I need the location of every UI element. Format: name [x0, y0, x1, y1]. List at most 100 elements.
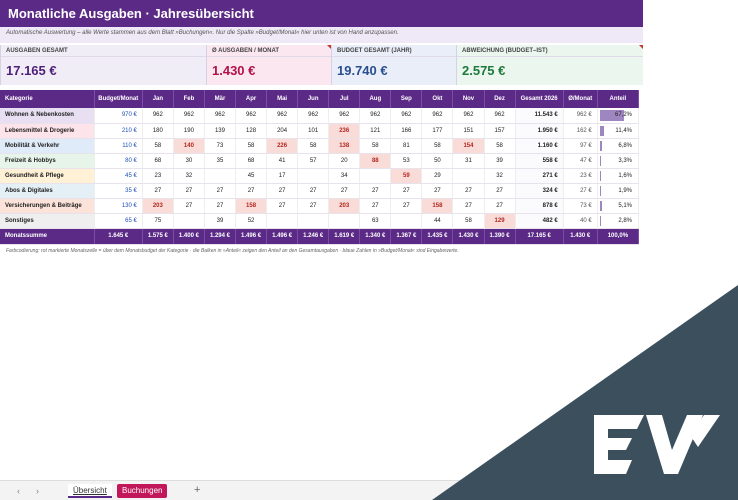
month-cell[interactable]: 20 — [328, 153, 361, 169]
month-cell[interactable]: 27 — [204, 183, 237, 199]
column-header[interactable]: Mai — [266, 90, 299, 108]
month-cell[interactable]: 962 — [359, 108, 392, 124]
share-cell[interactable]: 67,2% — [597, 108, 640, 124]
month-cell[interactable]: 203 — [142, 198, 174, 214]
month-cell[interactable]: 27 — [297, 198, 330, 214]
column-header[interactable]: Kategorie — [0, 90, 95, 108]
month-cell[interactable]: 39 — [484, 153, 516, 169]
month-cell[interactable] — [328, 213, 361, 229]
month-cell[interactable]: 27 — [452, 198, 485, 214]
month-cell[interactable]: 27 — [484, 183, 516, 199]
category-cell[interactable]: Lebensmittel & Drogerie — [0, 123, 95, 139]
month-cell[interactable]: 139 — [204, 123, 237, 139]
sum-cell[interactable]: 1.496 € — [266, 228, 299, 245]
month-cell[interactable]: 57 — [297, 153, 330, 169]
sum-cell[interactable]: 1.400 € — [173, 228, 205, 245]
sum-cell[interactable]: Monatssumme — [0, 228, 95, 245]
month-cell[interactable]: 34 — [328, 168, 361, 184]
month-cell[interactable]: 962 — [297, 108, 330, 124]
month-cell[interactable]: 58 — [297, 138, 330, 154]
month-cell[interactable]: 27 — [359, 183, 392, 199]
month-cell[interactable] — [297, 213, 330, 229]
column-header[interactable]: Ø/Monat — [563, 90, 598, 108]
month-cell[interactable]: 27 — [484, 198, 516, 214]
column-header[interactable]: Jul — [328, 90, 361, 108]
month-cell[interactable]: 962 — [328, 108, 361, 124]
month-cell[interactable]: 32 — [484, 168, 516, 184]
month-cell[interactable]: 158 — [235, 198, 268, 214]
avg-cell[interactable]: 40 € — [563, 213, 598, 229]
sum-cell[interactable]: 1.645 € — [94, 228, 143, 245]
month-cell[interactable]: 73 — [204, 138, 237, 154]
sum-cell[interactable]: 1.246 € — [297, 228, 330, 245]
sum-cell[interactable]: 1.367 € — [390, 228, 423, 245]
column-header[interactable]: Apr — [235, 90, 268, 108]
column-header[interactable]: Okt — [421, 90, 454, 108]
column-header[interactable]: Aug — [359, 90, 392, 108]
column-header[interactable]: Budget/Monat — [94, 90, 143, 108]
month-cell[interactable]: 166 — [390, 123, 423, 139]
category-cell[interactable]: Versicherungen & Beiträge — [0, 198, 95, 214]
month-cell[interactable]: 226 — [266, 138, 299, 154]
month-cell[interactable]: 962 — [390, 108, 423, 124]
month-cell[interactable]: 177 — [421, 123, 454, 139]
sum-cell[interactable]: 17.165 € — [515, 228, 564, 245]
month-cell[interactable]: 58 — [359, 138, 392, 154]
month-cell[interactable]: 68 — [142, 153, 174, 169]
kpi-avg-per-month[interactable]: Ø AUSGABEN / MONAT 1.430 € — [206, 45, 331, 85]
total-cell[interactable]: 878 € — [515, 198, 564, 214]
budget-cell[interactable]: 45 € — [94, 168, 143, 184]
month-cell[interactable]: 59 — [390, 168, 423, 184]
month-cell[interactable]: 140 — [173, 138, 205, 154]
share-cell[interactable]: 5,1% — [597, 198, 640, 214]
month-cell[interactable]: 158 — [421, 198, 454, 214]
category-cell[interactable]: Freizeit & Hobbys — [0, 153, 95, 169]
month-cell[interactable]: 81 — [390, 138, 423, 154]
month-cell[interactable]: 45 — [235, 168, 268, 184]
total-cell[interactable]: 11.543 € — [515, 108, 564, 124]
month-cell[interactable]: 129 — [484, 213, 516, 229]
month-cell[interactable] — [390, 213, 423, 229]
category-cell[interactable]: Sonstiges — [0, 213, 95, 229]
month-cell[interactable]: 190 — [173, 123, 205, 139]
total-cell[interactable]: 482 € — [515, 213, 564, 229]
avg-cell[interactable]: 97 € — [563, 138, 598, 154]
month-cell[interactable]: 128 — [235, 123, 268, 139]
budget-cell[interactable]: 970 € — [94, 108, 143, 124]
avg-cell[interactable]: 27 € — [563, 183, 598, 199]
month-cell[interactable]: 121 — [359, 123, 392, 139]
category-cell[interactable]: Abos & Digitales — [0, 183, 95, 199]
sum-cell[interactable]: 1.390 € — [484, 228, 516, 245]
month-cell[interactable]: 27 — [235, 183, 268, 199]
month-cell[interactable]: 154 — [452, 138, 485, 154]
prev-sheet-icon[interactable]: ‹ — [17, 486, 20, 496]
month-cell[interactable]: 41 — [266, 153, 299, 169]
month-cell[interactable]: 75 — [142, 213, 174, 229]
month-cell[interactable] — [173, 213, 205, 229]
total-cell[interactable]: 558 € — [515, 153, 564, 169]
month-cell[interactable]: 138 — [328, 138, 361, 154]
month-cell[interactable]: 27 — [390, 198, 423, 214]
column-header[interactable]: Feb — [173, 90, 205, 108]
avg-cell[interactable]: 23 € — [563, 168, 598, 184]
month-cell[interactable] — [297, 168, 330, 184]
month-cell[interactable]: 204 — [266, 123, 299, 139]
month-cell[interactable]: 29 — [421, 168, 454, 184]
month-cell[interactable]: 58 — [235, 138, 268, 154]
month-cell[interactable]: 58 — [142, 138, 174, 154]
column-header[interactable]: Jun — [297, 90, 330, 108]
budget-cell[interactable]: 110 € — [94, 138, 143, 154]
category-cell[interactable]: Mobilität & Verkehr — [0, 138, 95, 154]
kpi-total-expenses[interactable]: AUSGABEN GESAMT 17.165 € — [0, 45, 206, 85]
month-cell[interactable]: 27 — [266, 183, 299, 199]
month-cell[interactable]: 31 — [452, 153, 485, 169]
month-cell[interactable]: 53 — [390, 153, 423, 169]
month-cell[interactable]: 88 — [359, 153, 392, 169]
sum-cell[interactable]: 1.496 € — [235, 228, 268, 245]
month-cell[interactable] — [452, 168, 485, 184]
kpi-total-budget[interactable]: BUDGET GESAMT (JAHR) 19.740 € — [331, 45, 456, 85]
month-cell[interactable]: 30 — [173, 153, 205, 169]
month-cell[interactable]: 27 — [142, 183, 174, 199]
month-cell[interactable]: 58 — [484, 138, 516, 154]
tab-uebersicht[interactable]: Übersicht — [68, 484, 112, 498]
